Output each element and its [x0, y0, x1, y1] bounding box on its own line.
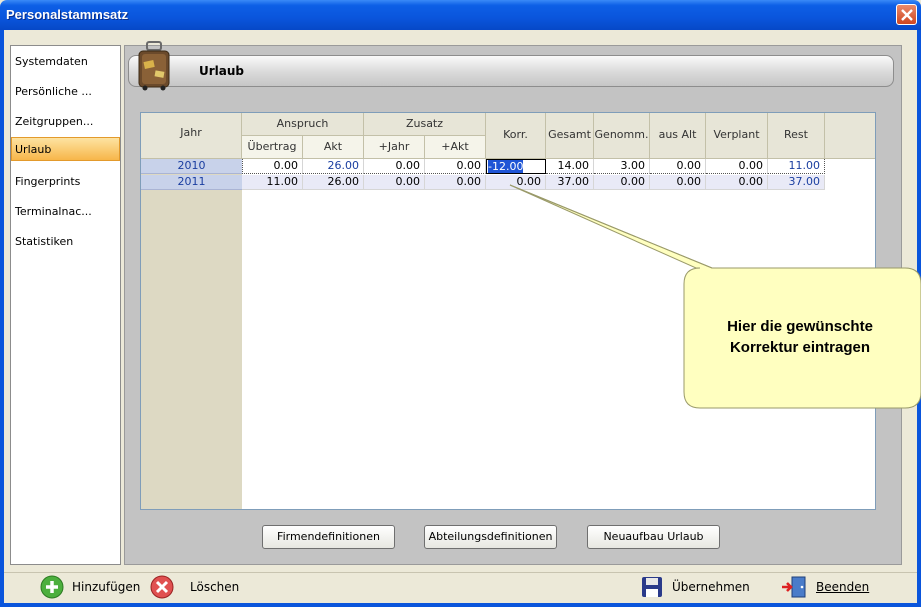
cell-jahr[interactable]: 2011 — [141, 175, 242, 190]
korr-input[interactable]: -12.00 — [486, 159, 546, 174]
col-header-akt[interactable]: Akt — [303, 136, 364, 159]
cell-akt[interactable]: 26.00 — [303, 159, 364, 174]
close-icon — [901, 9, 913, 21]
delete-icon[interactable] — [150, 575, 174, 599]
section-header: Urlaub — [128, 55, 894, 87]
cell-jahr[interactable]: 2010 — [141, 159, 242, 174]
sidebar-item-zeitgruppen[interactable]: Zeitgruppen... — [12, 110, 119, 134]
col-header-genomm[interactable]: Genomm. — [594, 113, 650, 159]
col-header-aus-alt[interactable]: aus Alt — [650, 113, 706, 159]
neuaufbau-urlaub-button[interactable]: Neuaufbau Urlaub — [587, 525, 720, 549]
cell-uebertrag[interactable]: 0.00 — [242, 159, 303, 174]
callout-line-2: Korrektur eintragen — [729, 339, 871, 356]
group-header-anspruch: Anspruch — [242, 113, 364, 136]
window-title: Personalstammsatz — [6, 7, 129, 22]
section-title: Urlaub — [199, 64, 245, 78]
col-header-rest[interactable]: Rest — [768, 113, 825, 159]
close-button[interactable] — [896, 4, 917, 25]
cell-gesamt[interactable]: 14.00 — [546, 159, 594, 174]
cell-genomm[interactable]: 3.00 — [594, 159, 650, 174]
title-bar: Personalstammsatz — [0, 0, 921, 30]
cell-verplant[interactable]: 0.00 — [706, 175, 768, 190]
col-header-plus-akt[interactable]: +Akt — [425, 136, 486, 159]
save-icon[interactable] — [640, 575, 664, 599]
hinzufuegen-button[interactable]: Hinzufügen — [72, 580, 140, 594]
sidebar-item-terminalnac[interactable]: Terminalnac... — [12, 200, 119, 224]
cell-plus-jahr[interactable]: 0.00 — [364, 159, 425, 174]
sidebar-item-persoenliche[interactable]: Persönliche ... — [12, 80, 119, 104]
cell-plus-akt[interactable]: 0.00 — [425, 175, 486, 190]
cell-aus-alt[interactable]: 0.00 — [650, 175, 706, 190]
sidebar: Systemdaten Persönliche ... Zeitgruppen.… — [10, 45, 121, 565]
cell-verplant[interactable]: 0.00 — [706, 159, 768, 174]
suitcase-icon — [138, 41, 170, 91]
cell-rest[interactable]: 11.00 — [768, 159, 825, 174]
col-header-filler — [825, 113, 875, 159]
col-header-jahr[interactable]: Jahr — [141, 113, 242, 159]
loeschen-button[interactable]: Löschen — [190, 580, 239, 594]
sidebar-item-systemdaten[interactable]: Systemdaten — [12, 50, 119, 74]
cell-plus-akt[interactable]: 0.00 — [425, 159, 486, 174]
abteilungsdefinitionen-button[interactable]: Abteilungsdefinitionen — [424, 525, 557, 549]
cell-aus-alt[interactable]: 0.00 — [650, 159, 706, 174]
add-icon[interactable] — [40, 575, 64, 599]
firmendefinitionen-button[interactable]: Firmendefinitionen — [262, 525, 395, 549]
korr-input-value: -12.00 — [488, 160, 524, 173]
cell-uebertrag[interactable]: 11.00 — [242, 175, 303, 190]
callout-text: Hier die gewünschte Korrektur eintragen — [694, 316, 906, 358]
sidebar-item-fingerprints[interactable]: Fingerprints — [12, 170, 119, 194]
cell-plus-jahr[interactable]: 0.00 — [364, 175, 425, 190]
col-header-plus-jahr[interactable]: +Jahr — [364, 136, 425, 159]
vacation-table: Jahr Anspruch Zusatz Übertrag Akt +Jahr … — [140, 112, 876, 510]
col-header-verplant[interactable]: Verplant — [706, 113, 768, 159]
beenden-button[interactable]: Beenden — [816, 580, 869, 594]
table-rowheader-area — [141, 159, 242, 509]
cell-rest[interactable]: 37.00 — [768, 175, 825, 190]
sidebar-item-statistiken[interactable]: Statistiken — [12, 230, 119, 254]
group-header-zusatz: Zusatz — [364, 113, 486, 136]
callout-line-1: Hier die gewünschte — [727, 318, 873, 335]
col-header-korr[interactable]: Korr. — [486, 113, 546, 159]
exit-door-icon[interactable] — [780, 575, 808, 599]
cell-korr[interactable]: 0.00 — [486, 175, 546, 190]
cell-gesamt[interactable]: 37.00 — [546, 175, 594, 190]
uebernehmen-button[interactable]: Übernehmen — [672, 580, 750, 594]
col-header-uebertrag[interactable]: Übertrag — [242, 136, 303, 159]
cell-akt[interactable]: 26.00 — [303, 175, 364, 190]
cell-genomm[interactable]: 0.00 — [594, 175, 650, 190]
col-header-gesamt[interactable]: Gesamt — [546, 113, 594, 159]
sidebar-item-urlaub[interactable]: Urlaub — [11, 137, 120, 161]
